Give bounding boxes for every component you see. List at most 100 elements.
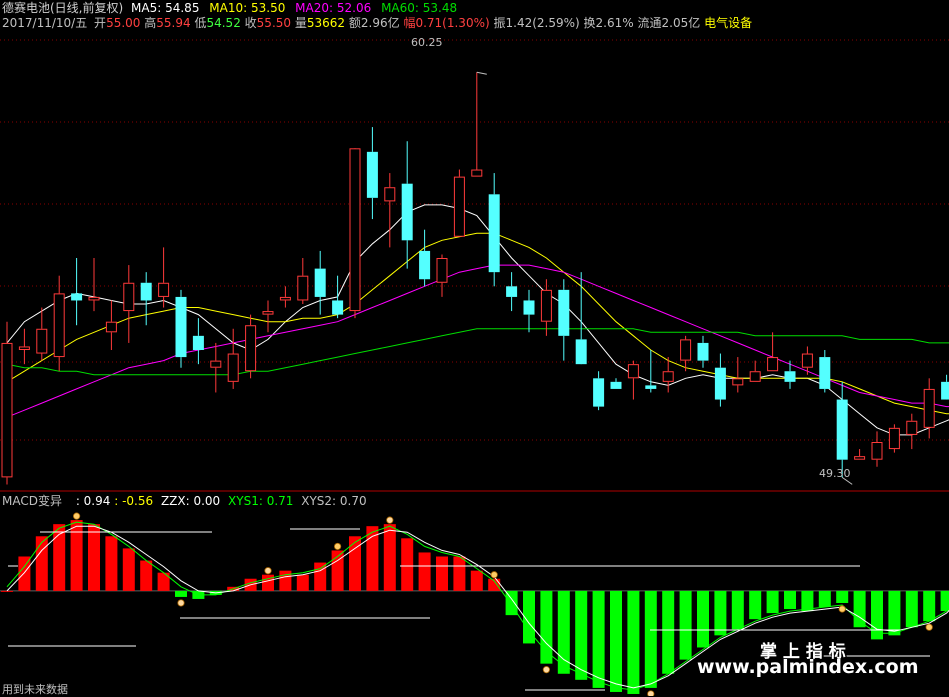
candle	[71, 258, 83, 326]
candle-body	[784, 371, 796, 382]
candle-body	[767, 357, 779, 372]
candle	[784, 360, 796, 389]
macd-bar	[766, 590, 779, 614]
moving-average-lines	[6, 204, 949, 436]
candle	[18, 328, 30, 365]
macd-bar	[818, 590, 831, 608]
candle	[819, 350, 831, 393]
candle-body	[227, 353, 239, 382]
macd-bar	[436, 556, 448, 591]
candle	[854, 449, 866, 460]
macd-bar	[1, 590, 13, 592]
macd-bar	[940, 590, 949, 612]
candle-body	[714, 367, 726, 400]
candle	[349, 148, 361, 319]
candle-body	[593, 378, 605, 407]
macd-bar	[470, 570, 483, 591]
candle-body	[210, 360, 222, 368]
candle-body	[53, 293, 65, 358]
candle-body	[819, 357, 831, 389]
candle	[279, 286, 291, 308]
candle	[697, 335, 709, 368]
macd-bar	[18, 556, 31, 591]
macd-bar	[697, 590, 709, 648]
macd-bar	[418, 552, 431, 591]
candle	[297, 258, 309, 304]
candle	[645, 350, 657, 393]
candle	[88, 258, 100, 312]
hand-icon	[542, 666, 551, 674]
runner-icon	[838, 605, 846, 613]
candle	[192, 318, 204, 365]
candle-body	[436, 258, 448, 283]
candle-body	[871, 442, 883, 460]
macd-bar	[349, 536, 361, 591]
candle	[105, 300, 117, 350]
candle	[175, 289, 187, 368]
runner-icon	[925, 623, 933, 631]
ma10-line	[6, 232, 949, 415]
candle	[419, 229, 431, 287]
macd-bar	[105, 536, 118, 591]
candle	[453, 169, 465, 237]
candle	[314, 250, 326, 315]
candle	[506, 272, 518, 312]
candle	[871, 431, 883, 467]
candle	[332, 275, 344, 319]
candle-body	[158, 282, 170, 297]
candle-body	[18, 346, 30, 351]
candle-body	[175, 296, 187, 358]
hand-icon	[386, 516, 394, 524]
runner-icon	[73, 512, 81, 520]
candle-body	[123, 282, 135, 312]
macd-bar	[35, 536, 48, 591]
high-leader	[476, 71, 487, 75]
candle-body	[627, 364, 639, 379]
hand-icon	[264, 567, 272, 575]
macd-bar	[801, 590, 814, 612]
candle-body	[262, 311, 274, 315]
candle	[523, 289, 535, 333]
candle	[540, 279, 552, 336]
macd-bar	[644, 590, 657, 688]
macd-bar	[662, 590, 675, 674]
candle-body	[314, 268, 326, 297]
macd-bar	[923, 590, 936, 622]
candle	[941, 374, 949, 400]
candle	[366, 127, 378, 220]
candle	[732, 357, 744, 393]
candle	[627, 360, 639, 400]
runner-icon	[333, 542, 342, 551]
candle-body	[1, 342, 13, 478]
candle-body	[140, 282, 152, 301]
macd-bar	[157, 572, 170, 591]
chart-canvas[interactable]: 60.25 49.30	[0, 0, 949, 696]
candle	[801, 346, 813, 375]
macd-bar	[175, 590, 187, 597]
macd-bar	[888, 590, 901, 636]
candle-body	[697, 342, 709, 361]
candle-body	[366, 151, 378, 198]
candle-body	[749, 371, 761, 382]
candle-body	[645, 385, 657, 389]
candle	[210, 342, 222, 393]
candle-body	[36, 328, 48, 354]
candle	[906, 413, 918, 450]
macd-bar	[836, 590, 849, 603]
candlestick-series	[1, 71, 949, 485]
candle-body	[453, 176, 465, 237]
macd-bar	[784, 590, 796, 610]
candle-body	[941, 381, 949, 400]
low-price-label: 49.30	[819, 467, 851, 480]
macd-bar	[575, 590, 588, 680]
candle	[558, 279, 570, 361]
macd-bar	[714, 590, 727, 636]
macd-bar	[401, 538, 414, 591]
macd-bar	[557, 590, 570, 674]
candle-body	[906, 420, 918, 435]
candle	[158, 247, 170, 308]
macd-bar	[453, 556, 466, 591]
candle-body	[540, 289, 552, 322]
candle	[384, 173, 396, 248]
candle-body	[279, 296, 291, 301]
